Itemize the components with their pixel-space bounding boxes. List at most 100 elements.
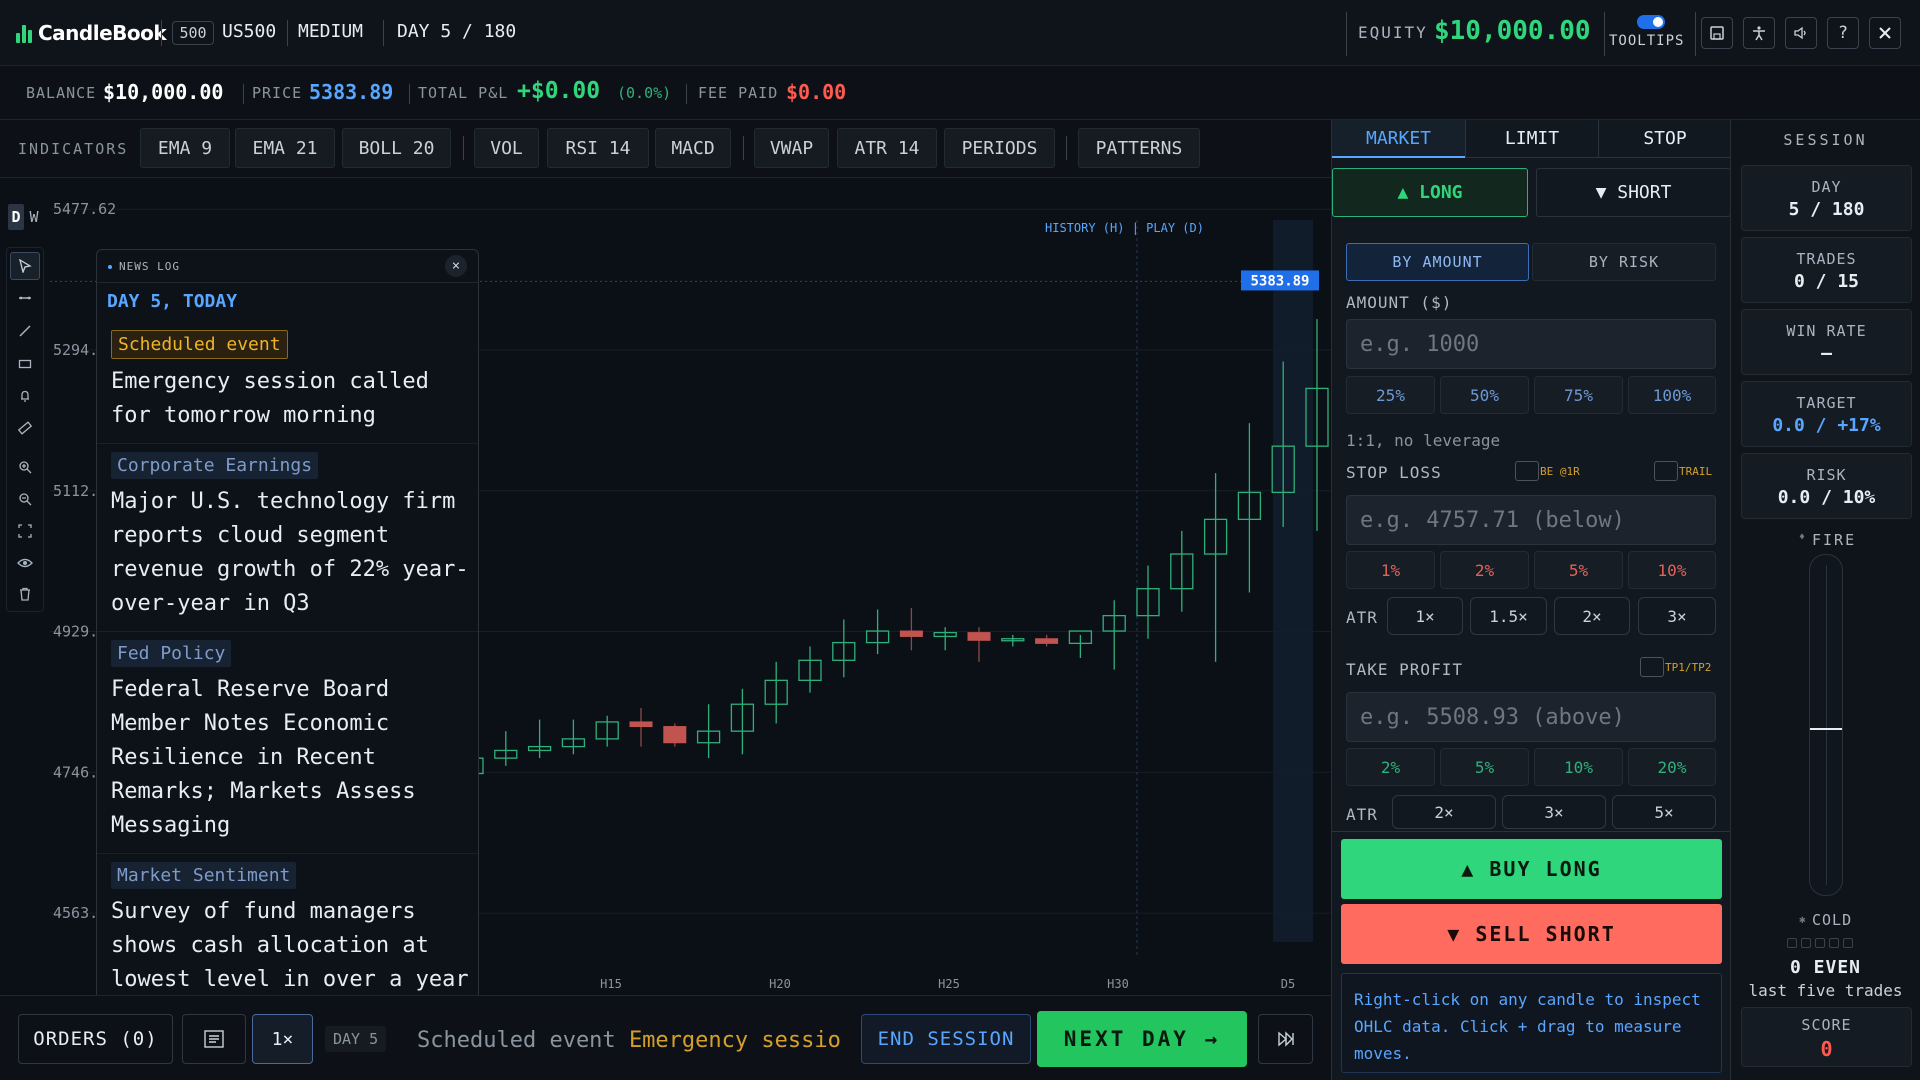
news-tag: Corporate Earnings bbox=[111, 452, 319, 479]
tp-split-checkbox[interactable] bbox=[1640, 657, 1664, 677]
divider bbox=[383, 20, 384, 46]
sound-button[interactable] bbox=[1785, 17, 1817, 49]
indicator-vol[interactable]: VOL bbox=[474, 128, 539, 168]
tooltips-toggle[interactable] bbox=[1637, 15, 1665, 29]
divider bbox=[409, 84, 410, 104]
help-icon: ? bbox=[1837, 23, 1849, 43]
indicator-patterns[interactable]: PATTERNS bbox=[1078, 128, 1200, 168]
stop-loss-input[interactable]: e.g. 4757.71 (below) bbox=[1346, 495, 1716, 545]
close-button[interactable] bbox=[1869, 17, 1901, 49]
stop-pct-10[interactable]: 10% bbox=[1628, 551, 1716, 589]
indicator-ema21[interactable]: EMA 21 bbox=[235, 128, 335, 168]
news-tag: Market Sentiment bbox=[111, 862, 297, 889]
breakeven-label: BE @1R bbox=[1540, 465, 1580, 478]
stop-pct-1[interactable]: 1% bbox=[1346, 551, 1435, 589]
long-side-button[interactable]: ▲ LONG bbox=[1332, 168, 1528, 217]
trendline-tool[interactable] bbox=[10, 317, 40, 345]
rectangle-tool[interactable] bbox=[10, 350, 40, 378]
indicator-vwap[interactable]: VWAP bbox=[754, 128, 829, 168]
indicator-bar: INDICATORS EMA 9 EMA 21 BOLL 20 VOL RSI … bbox=[0, 120, 1331, 178]
short-side-button[interactable]: ▼ SHORT bbox=[1536, 168, 1731, 217]
card-value: 5 / 180 bbox=[1788, 199, 1865, 220]
tp-atr-5x[interactable]: 5× bbox=[1612, 795, 1716, 829]
card-label: DAY bbox=[1811, 178, 1842, 196]
indicator-periods[interactable]: PERIODS bbox=[944, 128, 1055, 168]
amount-pct-25[interactable]: 25% bbox=[1346, 376, 1435, 414]
zoom-in-tool[interactable] bbox=[10, 453, 40, 481]
news-close-button[interactable]: × bbox=[445, 255, 467, 277]
horizontal-line-tool[interactable] bbox=[10, 284, 40, 312]
tp-pct-5[interactable]: 5% bbox=[1440, 748, 1529, 786]
fit-screen-tool[interactable] bbox=[10, 517, 40, 545]
tab-market[interactable]: MARKET bbox=[1332, 120, 1465, 158]
equity-value: $10,000.00 bbox=[1434, 16, 1591, 46]
time-axis-label: H20 bbox=[769, 977, 791, 991]
fast-forward-button[interactable] bbox=[1258, 1014, 1313, 1064]
buy-long-button[interactable]: ▲ BUY LONG bbox=[1341, 839, 1722, 899]
orders-button[interactable]: ORDERS (0) bbox=[18, 1014, 173, 1064]
delete-drawings-tool[interactable] bbox=[10, 580, 40, 608]
tp-atr-3x[interactable]: 3× bbox=[1502, 795, 1606, 829]
news-item: Market Sentiment Survey of fund managers … bbox=[97, 854, 478, 1002]
sell-short-button[interactable]: ▼ SELL SHORT bbox=[1341, 904, 1722, 964]
play-zone-band bbox=[1273, 220, 1313, 942]
amount-pct-100[interactable]: 100% bbox=[1628, 376, 1716, 414]
logo-candle-icon bbox=[16, 23, 32, 43]
amount-input[interactable]: e.g. 1000 bbox=[1346, 319, 1716, 369]
timeframe-weekly[interactable]: W bbox=[26, 204, 42, 230]
breakeven-checkbox[interactable] bbox=[1515, 461, 1539, 481]
tab-stop[interactable]: STOP bbox=[1598, 120, 1731, 158]
save-button[interactable] bbox=[1701, 17, 1733, 49]
stop-pct-2[interactable]: 2% bbox=[1440, 551, 1529, 589]
cursor-tool[interactable] bbox=[10, 252, 40, 280]
indicator-boll20[interactable]: BOLL 20 bbox=[342, 128, 451, 168]
timeframe-daily[interactable]: D bbox=[8, 204, 24, 230]
news-ticker: Scheduled event Emergency sessio bbox=[417, 1028, 847, 1058]
card-value: 0.0 / +17% bbox=[1772, 415, 1881, 436]
score-value: 0 bbox=[1820, 1037, 1833, 1061]
help-button[interactable]: ? bbox=[1827, 17, 1859, 49]
news-log-title: NEWS LOG bbox=[119, 260, 180, 273]
tp-atr-2x[interactable]: 2× bbox=[1392, 795, 1496, 829]
session-title: SESSION bbox=[1783, 131, 1868, 149]
bottom-bar: ORDERS (0) 1× DAY 5 Scheduled event Emer… bbox=[0, 995, 1331, 1080]
indicator-macd[interactable]: MACD bbox=[655, 128, 731, 168]
by-risk-toggle[interactable]: BY RISK bbox=[1532, 243, 1716, 281]
pnl-percent: (0.0%) bbox=[617, 84, 672, 102]
indicator-rsi14[interactable]: RSI 14 bbox=[547, 128, 649, 168]
stop-atr-1x[interactable]: 1× bbox=[1387, 597, 1463, 635]
tp-pct-2[interactable]: 2% bbox=[1346, 748, 1435, 786]
news-item: Corporate Earnings Major U.S. technology … bbox=[97, 444, 478, 632]
take-profit-input[interactable]: e.g. 5508.93 (above) bbox=[1346, 692, 1716, 742]
amount-label: AMOUNT ($) bbox=[1346, 293, 1453, 312]
tp-pct-20[interactable]: 20% bbox=[1628, 748, 1716, 786]
news-text: Federal Reserve Board Member Notes Econo… bbox=[111, 677, 416, 838]
ruler-tool[interactable] bbox=[10, 414, 40, 442]
news-log-panel: NEWS LOG × DAY 5, TODAY Scheduled event E… bbox=[96, 249, 479, 1003]
speed-button[interactable]: 1× bbox=[252, 1014, 313, 1064]
visibility-tool[interactable] bbox=[10, 549, 40, 577]
price-value: 5383.89 bbox=[309, 80, 394, 104]
divider bbox=[287, 20, 288, 46]
zoom-out-tool[interactable] bbox=[10, 485, 40, 513]
indicator-ema9[interactable]: EMA 9 bbox=[140, 128, 230, 168]
amount-pct-50[interactable]: 50% bbox=[1440, 376, 1529, 414]
amount-pct-75[interactable]: 75% bbox=[1534, 376, 1623, 414]
divider bbox=[243, 84, 244, 104]
alert-tool[interactable] bbox=[10, 382, 40, 410]
next-day-button[interactable]: NEXT DAY → bbox=[1037, 1011, 1247, 1067]
tab-limit[interactable]: LIMIT bbox=[1465, 120, 1598, 158]
tp-pct-10[interactable]: 10% bbox=[1534, 748, 1623, 786]
journal-button[interactable] bbox=[182, 1014, 246, 1064]
fee-value: $0.00 bbox=[786, 80, 847, 104]
by-amount-toggle[interactable]: BY AMOUNT bbox=[1346, 243, 1529, 281]
symbol-name: US500 bbox=[222, 21, 277, 42]
stop-atr-2x[interactable]: 2× bbox=[1554, 597, 1630, 635]
end-session-button[interactable]: END SESSION bbox=[861, 1014, 1031, 1064]
indicator-atr14[interactable]: ATR 14 bbox=[837, 128, 937, 168]
stop-atr-1-5x[interactable]: 1.5× bbox=[1470, 597, 1547, 635]
stop-atr-3x[interactable]: 3× bbox=[1638, 597, 1716, 635]
accessibility-button[interactable] bbox=[1743, 17, 1775, 49]
stop-pct-5[interactable]: 5% bbox=[1534, 551, 1623, 589]
trailing-checkbox[interactable] bbox=[1654, 461, 1678, 481]
